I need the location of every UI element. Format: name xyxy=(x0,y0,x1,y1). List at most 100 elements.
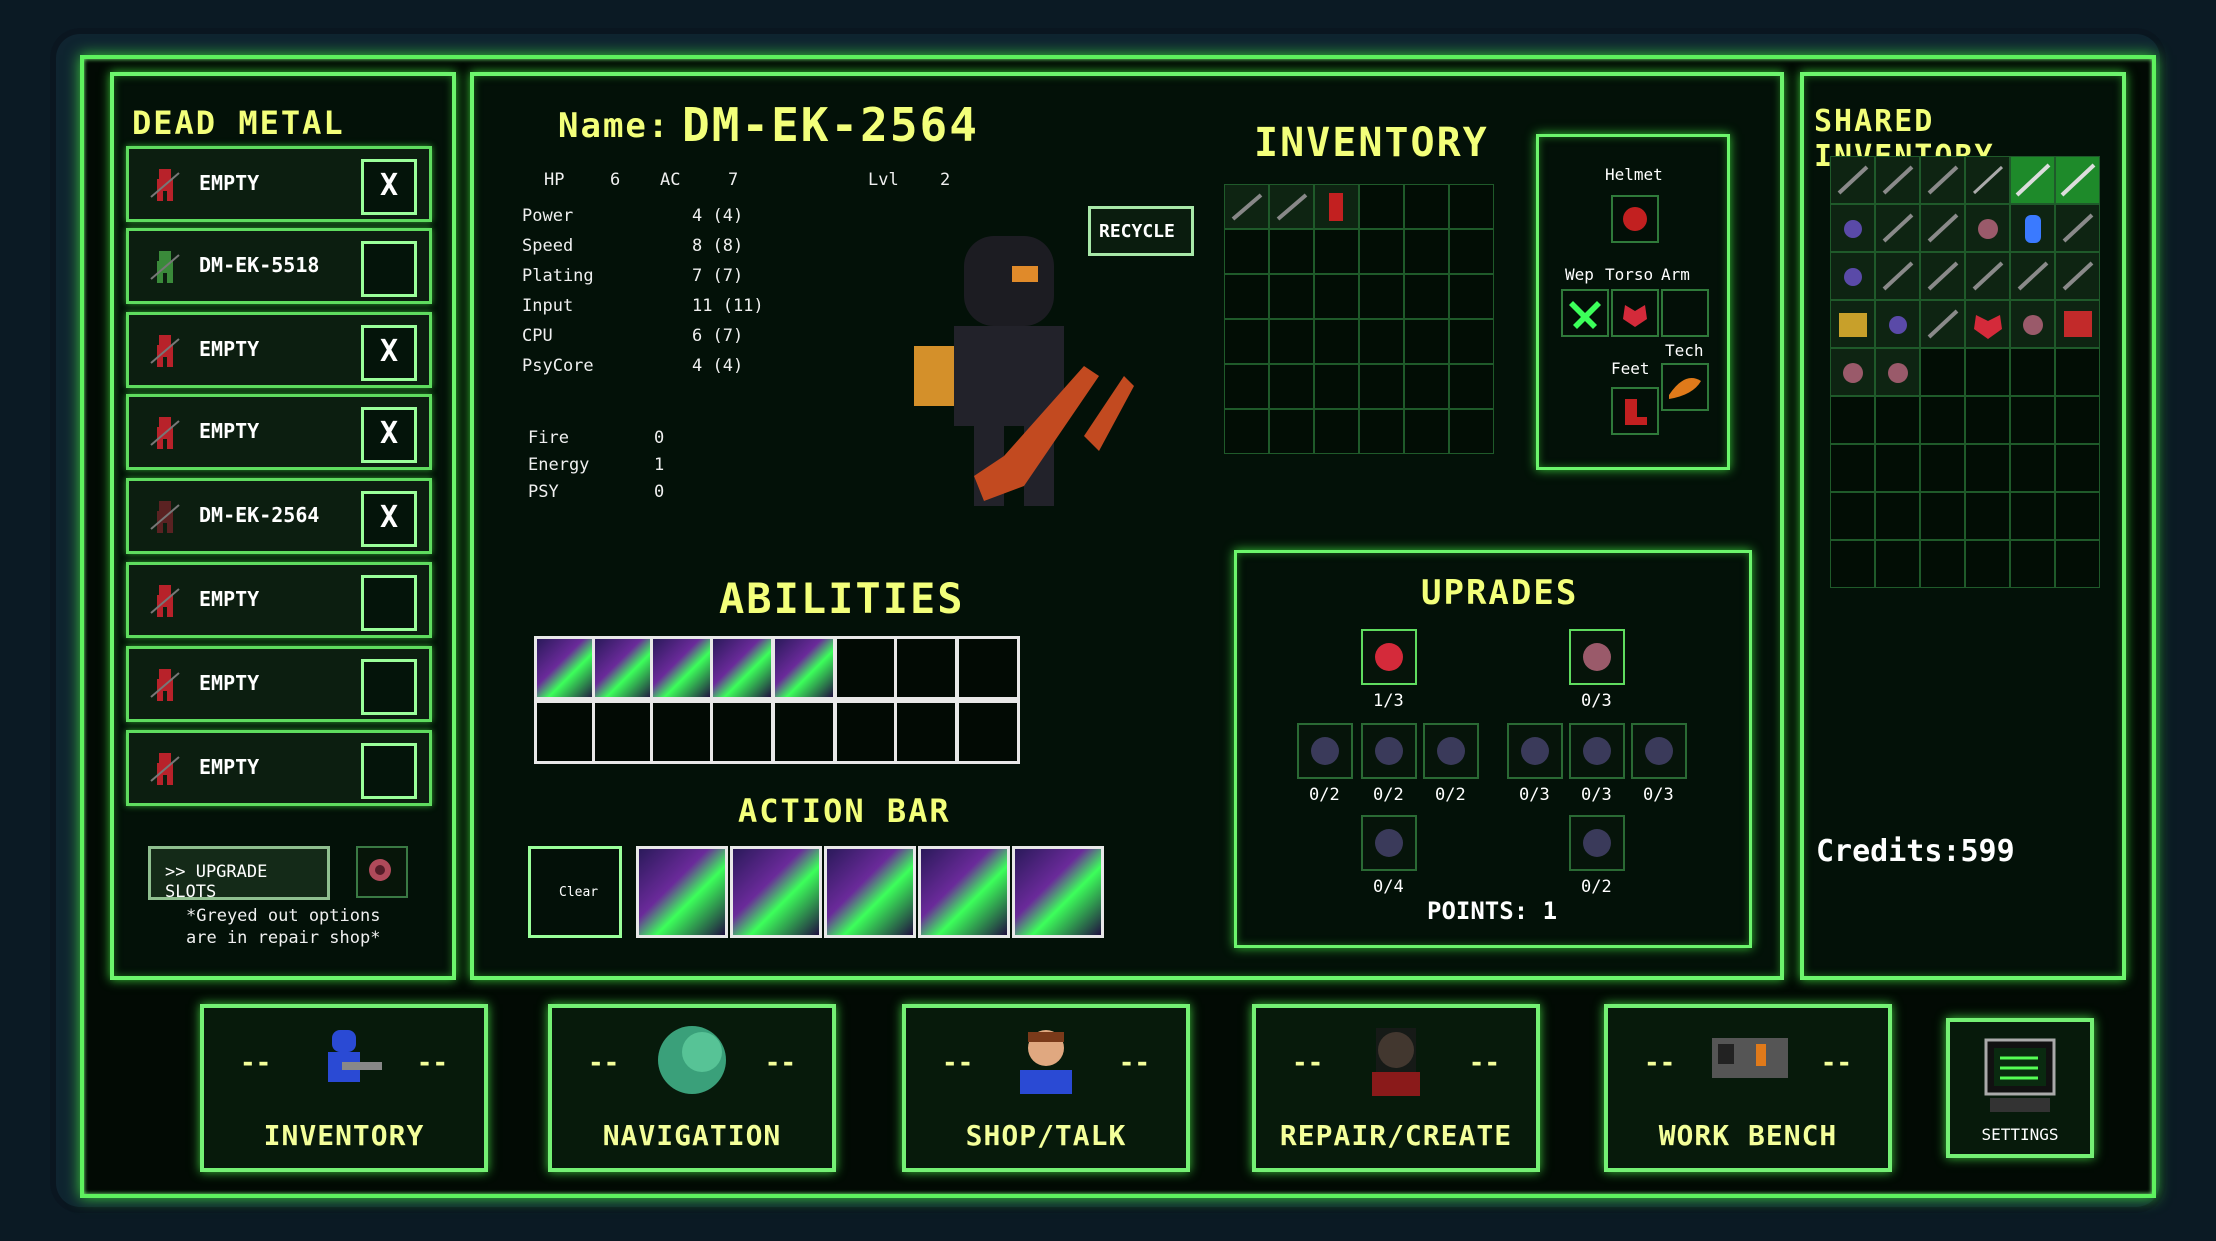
inventory-cell[interactable] xyxy=(1314,364,1359,409)
shared-inventory-cell[interactable] xyxy=(2010,252,2055,300)
inventory-cell[interactable] xyxy=(1404,319,1449,364)
shared-inventory-cell[interactable] xyxy=(2055,540,2100,588)
shared-inventory-cell[interactable] xyxy=(2010,444,2055,492)
inventory-cell[interactable] xyxy=(1404,409,1449,454)
shared-inventory-cell[interactable] xyxy=(1920,444,1965,492)
upgrade-armor-icon[interactable] xyxy=(1297,723,1353,779)
upgrade-mace-icon[interactable] xyxy=(1569,723,1625,779)
inventory-cell[interactable] xyxy=(1404,274,1449,319)
inventory-cell[interactable] xyxy=(1224,364,1269,409)
remove-suit-checkbox[interactable] xyxy=(361,241,417,297)
ability-slot[interactable] xyxy=(834,636,898,700)
shared-inventory-cell[interactable] xyxy=(1830,252,1875,300)
upgrade-panel-icon[interactable] xyxy=(1569,815,1625,871)
suit-slot[interactable]: DM-EK-5518 xyxy=(126,228,432,304)
ability-slot[interactable] xyxy=(894,700,958,764)
shared-inventory-cell[interactable] xyxy=(1830,156,1875,204)
shared-inventory-cell[interactable] xyxy=(2010,396,2055,444)
ability-slot[interactable] xyxy=(534,700,598,764)
action-bar-slot[interactable] xyxy=(1012,846,1104,938)
soldier-ability-icon[interactable] xyxy=(710,636,774,700)
inventory-cell[interactable] xyxy=(1449,184,1494,229)
settings-button[interactable]: SETTINGS xyxy=(1946,1018,2094,1158)
inventory-cell[interactable] xyxy=(1449,274,1494,319)
shared-inventory-cell[interactable] xyxy=(1830,300,1875,348)
remove-suit-checkbox[interactable]: X xyxy=(361,407,417,463)
ability-slot[interactable] xyxy=(592,700,656,764)
shared-inventory-cell[interactable] xyxy=(1965,156,2010,204)
shared-inventory-cell[interactable] xyxy=(1965,396,2010,444)
recycle-button[interactable]: RECYCLE xyxy=(1088,206,1194,256)
shared-inventory-cell[interactable] xyxy=(2055,252,2100,300)
shared-inventory-cell[interactable] xyxy=(1875,348,1920,396)
action-bar-slot[interactable] xyxy=(824,846,916,938)
inventory-cell[interactable] xyxy=(1314,229,1359,274)
ability-slot[interactable] xyxy=(772,700,836,764)
suit-slot[interactable]: EMPTY X xyxy=(126,312,432,388)
shared-inventory-cell[interactable] xyxy=(2010,156,2055,204)
inventory-cell[interactable] xyxy=(1359,409,1404,454)
shared-inventory-cell[interactable] xyxy=(2010,348,2055,396)
shared-inventory-cell[interactable] xyxy=(1965,252,2010,300)
inventory-cell[interactable] xyxy=(1359,274,1404,319)
shared-inventory-cell[interactable] xyxy=(2055,156,2100,204)
inventory-cell[interactable] xyxy=(1224,409,1269,454)
inventory-cell[interactable] xyxy=(1404,184,1449,229)
ability-slot[interactable] xyxy=(956,636,1020,700)
inventory-cell[interactable] xyxy=(1449,409,1494,454)
weapon-slot[interactable] xyxy=(1561,289,1609,337)
shared-inventory-cell[interactable] xyxy=(1830,492,1875,540)
shared-inventory-cell[interactable] xyxy=(2010,540,2055,588)
shared-inventory-cell[interactable] xyxy=(1920,300,1965,348)
action-bar-slot[interactable] xyxy=(918,846,1010,938)
upgrade-blade-icon[interactable] xyxy=(1631,723,1687,779)
shared-inventory-cell[interactable] xyxy=(1875,204,1920,252)
shared-inventory-cell[interactable] xyxy=(1965,204,2010,252)
inventory-cell[interactable] xyxy=(1359,184,1404,229)
suit-slot[interactable]: EMPTY X xyxy=(126,146,432,222)
shared-inventory-cell[interactable] xyxy=(1830,348,1875,396)
remove-suit-checkbox[interactable] xyxy=(361,659,417,715)
shared-inventory-cell[interactable] xyxy=(1920,540,1965,588)
remove-suit-checkbox[interactable] xyxy=(361,743,417,799)
shared-inventory-cell[interactable] xyxy=(1875,540,1920,588)
ability-slot[interactable] xyxy=(650,700,714,764)
inventory-cell[interactable] xyxy=(1359,319,1404,364)
upgrade-slots-button[interactable]: >> UPGRADE SLOTS xyxy=(148,846,330,902)
shared-inventory-cell[interactable] xyxy=(1830,444,1875,492)
inventory-cell[interactable] xyxy=(1314,409,1359,454)
shared-inventory-cell[interactable] xyxy=(1830,204,1875,252)
inventory-cell[interactable] xyxy=(1359,364,1404,409)
shared-inventory-cell[interactable] xyxy=(1965,540,2010,588)
shared-inventory-cell[interactable] xyxy=(2010,300,2055,348)
shared-inventory-cell[interactable] xyxy=(1920,396,1965,444)
shared-inventory-cell[interactable] xyxy=(1830,540,1875,588)
shared-inventory-cell[interactable] xyxy=(1920,204,1965,252)
shared-inventory-cell[interactable] xyxy=(1920,252,1965,300)
suit-slot[interactable]: EMPTY X xyxy=(126,394,432,470)
torso-slot[interactable] xyxy=(1611,289,1659,337)
inventory-cell[interactable] xyxy=(1404,229,1449,274)
inventory-cell[interactable] xyxy=(1314,319,1359,364)
feet-slot[interactable] xyxy=(1611,387,1659,435)
warrior-ability-icon[interactable] xyxy=(592,636,656,700)
slash-ability-icon[interactable] xyxy=(650,636,714,700)
nav-button[interactable]: -- -- INVENTORY xyxy=(200,1004,488,1172)
upgrade-crate-icon[interactable] xyxy=(1361,815,1417,871)
shared-inventory-cell[interactable] xyxy=(2055,348,2100,396)
ability-slot[interactable] xyxy=(834,700,898,764)
helmet-slot[interactable] xyxy=(1611,195,1659,243)
suit-slot[interactable]: EMPTY xyxy=(126,730,432,806)
action-bar-slot[interactable] xyxy=(636,846,728,938)
suit-slot[interactable]: DM-EK-2564 X xyxy=(126,478,432,554)
shared-inventory-cell[interactable] xyxy=(2010,492,2055,540)
shared-inventory-cell[interactable] xyxy=(2055,300,2100,348)
upgrade-slot-item[interactable] xyxy=(356,846,408,898)
inventory-cell[interactable] xyxy=(1269,229,1314,274)
shared-inventory-cell[interactable] xyxy=(2055,492,2100,540)
inventory-cell[interactable] xyxy=(1359,229,1404,274)
nav-button[interactable]: -- -- NAVIGATION xyxy=(548,1004,836,1172)
inventory-cell[interactable] xyxy=(1449,229,1494,274)
remove-suit-checkbox[interactable]: X xyxy=(361,159,417,215)
shared-inventory-cell[interactable] xyxy=(2010,204,2055,252)
